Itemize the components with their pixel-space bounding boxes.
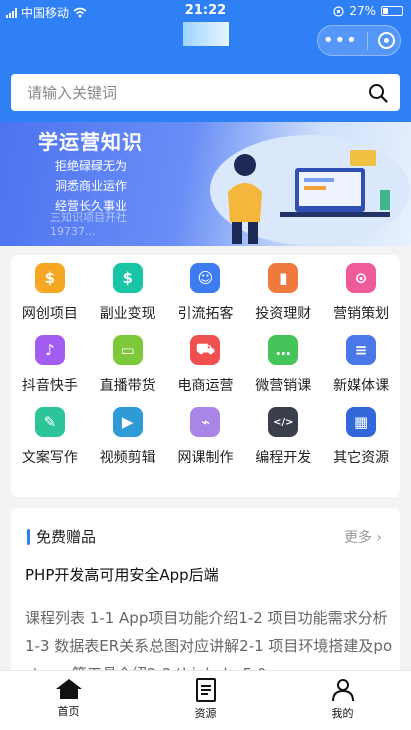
category-grid[interactable]: ▦ 其它资源 bbox=[322, 407, 400, 467]
category-magnifier[interactable]: ⊙ 营销策划 bbox=[322, 263, 400, 323]
money-bag-icon: $ bbox=[34, 263, 65, 293]
banner-line: 拒绝碌碌无为 bbox=[55, 159, 128, 173]
category-label: 视频剪辑 bbox=[99, 450, 156, 466]
user-icon bbox=[331, 679, 354, 702]
banner-title: 学运营知识 bbox=[38, 130, 143, 154]
more-link[interactable]: 更多 › bbox=[344, 527, 382, 547]
tab-resources[interactable]: 资源 bbox=[156, 671, 256, 730]
category-bar-chart[interactable]: ▮ 投资理财 bbox=[244, 263, 322, 323]
category-label: 网课制作 bbox=[177, 450, 234, 466]
category-label: 直播带货 bbox=[99, 378, 156, 394]
promo-banner[interactable]: 学运营知识 拒绝碌碌无为 洞悉商业运作 经营长久事业 三知识项目开社 19737… bbox=[0, 122, 411, 246]
category-grid: $ 网创项目 $ 副业变现 ☺ 引流拓客 ▮ 投资理财 ⊙ 营销策划 ♪ 抖音快手 ▭ 直播带货 ⛟ 电商运营… bbox=[11, 263, 400, 467]
contacts-icon: ☺ bbox=[190, 263, 221, 293]
category-label: 网创项目 bbox=[21, 306, 78, 322]
category-label: 文案写作 bbox=[21, 450, 78, 466]
section-accent-bar bbox=[27, 528, 30, 545]
edit-icon: ✎ bbox=[34, 407, 65, 437]
more-options-icon[interactable]: ••• bbox=[323, 31, 358, 50]
document-icon bbox=[195, 678, 216, 702]
category-label: 引流拓客 bbox=[177, 306, 234, 322]
category-message[interactable]: ≡ 新媒体课 bbox=[322, 335, 400, 395]
category-code[interactable]: </> 编程开发 bbox=[244, 407, 322, 467]
search-bar[interactable] bbox=[11, 74, 400, 111]
top-header: 中国移动 21:22 27% ••• bbox=[0, 0, 411, 122]
category-label: 营销策划 bbox=[333, 306, 390, 322]
banner-illustration bbox=[210, 135, 410, 245]
category-contacts[interactable]: ☺ 引流拓客 bbox=[167, 263, 245, 323]
tab-mine[interactable]: 我的 bbox=[293, 671, 393, 730]
battery-icon bbox=[381, 6, 403, 16]
free-gift-section: 免费赠品 更多 › PHP开发高可用安全App后端 课程列表 1-1 App项目… bbox=[11, 508, 400, 678]
chat-bubble-icon: … bbox=[268, 335, 299, 365]
orientation-lock-icon bbox=[333, 5, 344, 17]
bar-chart-icon: ▮ bbox=[268, 263, 299, 293]
bottom-tab-bar: 首页 资源 我的 bbox=[0, 670, 411, 730]
category-label: 副业变现 bbox=[99, 306, 156, 322]
tv-icon: ▭ bbox=[112, 335, 143, 365]
chevron-right-icon: › bbox=[371, 530, 382, 546]
category-presentation[interactable]: ⌁ 网课制作 bbox=[167, 407, 245, 467]
section-header: 免费赠品 bbox=[27, 526, 96, 547]
category-tv[interactable]: ▭ 直播带货 bbox=[89, 335, 167, 395]
tab-label: 资源 bbox=[194, 707, 217, 720]
category-label: 编程开发 bbox=[255, 450, 312, 466]
category-label: 微营销课 bbox=[255, 378, 312, 394]
category-edit[interactable]: ✎ 文案写作 bbox=[11, 407, 89, 467]
course-title[interactable]: PHP开发高可用安全App后端 bbox=[25, 564, 219, 585]
category-video-camera[interactable]: ▶ 视频剪辑 bbox=[89, 407, 167, 467]
mini-program-title-image bbox=[183, 22, 229, 46]
category-grid-card: $ 网创项目 $ 副业变现 ☺ 引流拓客 ▮ 投资理财 ⊙ 营销策划 ♪ 抖音快手 ▭ 直播带货 ⛟ 电商运营… bbox=[11, 255, 400, 497]
tab-home[interactable]: 首页 bbox=[19, 671, 119, 730]
status-bar: 中国移动 21:22 27% bbox=[0, 0, 411, 22]
status-right: 27% bbox=[333, 4, 403, 18]
category-chat-bubble[interactable]: … 微营销课 bbox=[244, 335, 322, 395]
video-camera-icon: ▶ bbox=[112, 407, 143, 437]
category-label: 其它资源 bbox=[333, 450, 390, 466]
category-label: 抖音快手 bbox=[21, 378, 78, 394]
presentation-icon: ⌁ bbox=[190, 407, 221, 437]
grid-icon: ▦ bbox=[346, 407, 377, 437]
tiktok-icon: ♪ bbox=[34, 335, 65, 365]
tab-label: 首页 bbox=[57, 705, 80, 718]
category-tiktok[interactable]: ♪ 抖音快手 bbox=[11, 335, 89, 395]
banner-faded-line: 19737... bbox=[50, 225, 96, 238]
mini-program-capsule[interactable]: ••• bbox=[317, 25, 401, 56]
shopping-cart-icon: ⛟ bbox=[190, 335, 221, 365]
message-icon: ≡ bbox=[346, 335, 377, 365]
search-icon[interactable] bbox=[368, 83, 388, 103]
course-description[interactable]: 课程列表 1-1 App项目功能介绍1-2 项目功能需求分析1-3 数据表ER关… bbox=[25, 604, 395, 678]
capsule-divider bbox=[367, 31, 369, 50]
banner-line: 洞悉商业运作 bbox=[55, 179, 128, 193]
close-mini-program-icon[interactable] bbox=[378, 32, 396, 49]
banner-faded-line: 三知识项目开社 bbox=[50, 211, 127, 224]
category-label: 投资理财 bbox=[255, 306, 312, 322]
cash-hand-icon: $ bbox=[112, 263, 143, 293]
battery-percent: 27% bbox=[349, 4, 376, 18]
category-label: 新媒体课 bbox=[333, 378, 390, 394]
banner-slogans: 拒绝碌碌无为 洞悉商业运作 经营长久事业 bbox=[55, 156, 127, 216]
category-cash-hand[interactable]: $ 副业变现 bbox=[89, 263, 167, 323]
more-label: 更多 bbox=[343, 530, 372, 546]
banner-faded-text: 三知识项目开社 19737... bbox=[50, 211, 127, 239]
home-icon bbox=[55, 679, 82, 699]
category-money-bag[interactable]: $ 网创项目 bbox=[11, 263, 89, 323]
category-shopping-cart[interactable]: ⛟ 电商运营 bbox=[167, 335, 245, 395]
search-input[interactable] bbox=[27, 83, 368, 102]
section-title: 免费赠品 bbox=[36, 528, 97, 546]
category-label: 电商运营 bbox=[177, 378, 234, 394]
code-icon: </> bbox=[268, 407, 299, 437]
tab-label: 我的 bbox=[331, 707, 354, 720]
magnifier-icon: ⊙ bbox=[346, 263, 377, 293]
